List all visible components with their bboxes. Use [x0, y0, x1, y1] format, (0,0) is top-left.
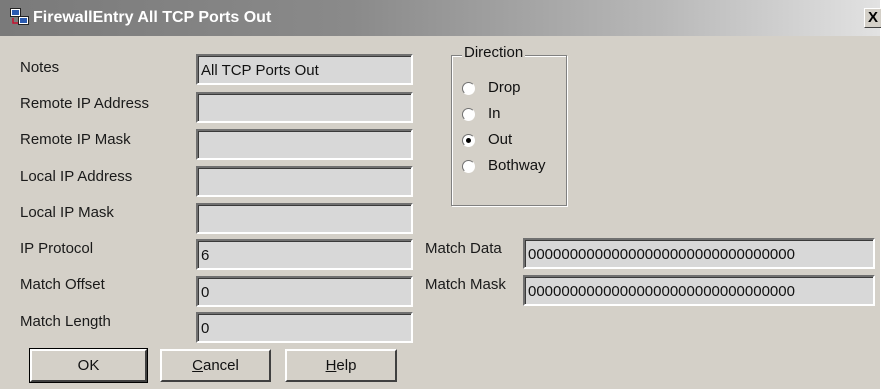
remote-mask-field[interactable]: [196, 129, 413, 160]
notes-field[interactable]: All TCP Ports Out: [196, 54, 413, 85]
cancel-button-label: ancel: [202, 357, 239, 374]
ok-button[interactable]: OK: [29, 348, 148, 383]
radio-label-bothway: Bothway: [488, 157, 546, 174]
help-button[interactable]: Help: [285, 349, 397, 382]
network-window-icon: [10, 8, 29, 25]
match-mask-label: Match Mask: [425, 276, 506, 293]
radio-label-in: In: [488, 105, 501, 122]
match-length-field[interactable]: 0: [196, 312, 413, 343]
help-mnemonic: H: [325, 357, 337, 374]
ok-button-label: OK: [77, 357, 100, 374]
match-data-label: Match Data: [425, 240, 502, 257]
local-mask-field[interactable]: [196, 203, 413, 234]
remote-ip-field[interactable]: [196, 92, 413, 123]
close-icon: X: [867, 9, 878, 26]
radio-out[interactable]: [462, 134, 475, 147]
help-button-label: elp: [336, 357, 357, 374]
remote-ip-label: Remote IP Address: [20, 95, 149, 112]
radio-in[interactable]: [462, 108, 475, 121]
local-mask-label: Local IP Mask: [20, 204, 114, 221]
cancel-mnemonic: C: [192, 357, 203, 374]
remote-mask-label: Remote IP Mask: [20, 131, 131, 148]
radio-label-drop: Drop: [488, 79, 521, 96]
radio-drop[interactable]: [462, 82, 475, 95]
ip-protocol-field[interactable]: 6: [196, 239, 413, 270]
ip-protocol-label: IP Protocol: [20, 240, 94, 257]
direction-caption: Direction: [462, 44, 526, 61]
close-button[interactable]: X: [864, 8, 881, 28]
radio-label-out: Out: [488, 131, 513, 148]
match-mask-field[interactable]: 00000000000000000000000000000000: [523, 275, 875, 306]
match-length-label: Match Length: [20, 313, 111, 330]
window-title: FirewallEntry All TCP Ports Out: [33, 9, 272, 26]
cancel-button[interactable]: Cancel: [160, 349, 271, 382]
match-offset-label: Match Offset: [20, 276, 105, 293]
notes-label: Notes: [20, 59, 60, 76]
local-ip-label: Local IP Address: [20, 168, 133, 185]
local-ip-field[interactable]: [196, 166, 413, 197]
firewall-entry-dialog: FirewallEntry All TCP Ports Out X Notes …: [0, 0, 881, 389]
title-bar[interactable]: FirewallEntry All TCP Ports Out X: [0, 0, 881, 36]
radio-bothway[interactable]: [462, 160, 475, 173]
match-data-field[interactable]: 00000000000000000000000000000000: [523, 238, 875, 269]
match-offset-field[interactable]: 0: [196, 276, 413, 307]
